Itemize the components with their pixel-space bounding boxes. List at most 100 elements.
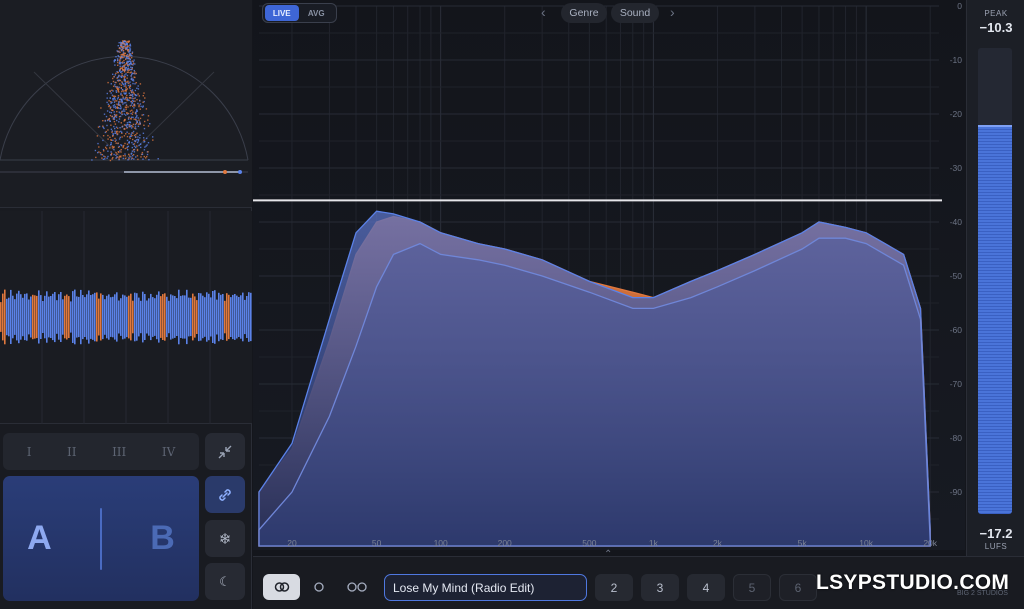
scatter-dot (123, 85, 125, 87)
scatter-dot (124, 52, 126, 54)
scatter-dot (116, 59, 119, 62)
ab-button-a[interactable]: A (27, 519, 52, 558)
waveform-bar (84, 297, 86, 337)
scatter-dot (144, 146, 146, 148)
scatter-dot (121, 46, 124, 49)
scatter-dot (111, 130, 113, 132)
scatter-dot (132, 138, 134, 141)
collapse-button[interactable] (205, 433, 245, 470)
scatter-dot (143, 139, 145, 141)
mono-mode-button[interactable] (305, 574, 333, 600)
waveform-bar (220, 294, 222, 340)
scatter-dot (116, 153, 118, 155)
scatter-dot (113, 75, 115, 78)
scatter-dot (143, 92, 145, 94)
slot-2-button[interactable]: 2 (595, 574, 633, 601)
scatter-dot (117, 80, 120, 82)
waveform-bar (80, 289, 82, 345)
chevron-right-icon[interactable]: › (670, 4, 675, 20)
scatter-dot (122, 155, 125, 157)
slot-4-button[interactable]: 4 (687, 574, 725, 601)
band-button-2[interactable]: II (67, 445, 76, 459)
ab-button-b[interactable]: B (150, 519, 175, 558)
scatter-dot (109, 136, 111, 138)
scatter-dot (135, 116, 138, 118)
waveform-plot (0, 211, 252, 424)
link-button[interactable] (205, 476, 245, 513)
scatter-dot (128, 153, 130, 156)
scatter-dot (128, 82, 130, 84)
freeze-button[interactable]: ❄ (205, 520, 245, 557)
side-mode-button[interactable] (340, 574, 374, 600)
meter-track (978, 48, 1012, 514)
waveform-bar (246, 296, 248, 338)
scatter-dot (122, 69, 124, 71)
waveform-bar (166, 296, 168, 338)
scatter-dot (116, 103, 118, 105)
scatter-dot (131, 146, 133, 149)
slot-5-button[interactable]: 5 (733, 574, 771, 601)
scatter-dot (131, 73, 133, 76)
scatter-dot (149, 123, 151, 125)
scatter-dot (113, 118, 116, 120)
scatter-dot (140, 146, 142, 149)
scatter-dot (131, 66, 133, 69)
scatter-dot (131, 134, 133, 137)
scatter-dot (143, 137, 145, 139)
scatter-dot (115, 139, 117, 141)
waveform-bar (98, 298, 100, 336)
scatter-dot (111, 101, 113, 104)
band-button-3[interactable]: III (112, 445, 126, 459)
scatter-dot (120, 57, 122, 60)
scatter-dot (124, 155, 126, 157)
theme-button[interactable]: ☾ (205, 563, 245, 600)
waveform-bar (26, 293, 28, 341)
avg-button[interactable]: AVG (299, 5, 334, 21)
scatter-dot (124, 110, 126, 112)
ab-divider (99, 507, 102, 570)
scatter-dot (116, 106, 118, 109)
waveform-bar (178, 289, 180, 345)
scatter-dot (127, 117, 130, 119)
scatter-dot (126, 43, 128, 46)
scatter-dot (116, 119, 118, 122)
scatter-dot (112, 133, 114, 135)
band-button-4[interactable]: IV (162, 445, 175, 459)
scatter-dot (131, 94, 133, 96)
scatter-dot (114, 86, 117, 88)
scatter-dot (126, 99, 128, 102)
chevron-left-icon[interactable]: ‹ (541, 4, 546, 20)
scatter-dot (143, 155, 145, 158)
scatter-dot (105, 146, 107, 149)
scatter-dot (114, 137, 116, 140)
scatter-dot (114, 130, 116, 132)
tab-genre[interactable]: Genre (561, 3, 607, 23)
scatter-dot (127, 60, 129, 63)
scatter-dot (120, 92, 122, 95)
preset-name-field[interactable]: Lose My Mind (Radio Edit) (384, 574, 587, 601)
scatter-dot (113, 153, 115, 156)
live-button[interactable]: LIVE (265, 5, 299, 21)
tab-sound[interactable]: Sound (611, 3, 659, 23)
scatter-dot (126, 126, 129, 129)
scatter-dot (104, 156, 106, 158)
scatter-dot (108, 100, 110, 102)
scatter-dot (120, 149, 122, 151)
stereo-mode-button[interactable] (263, 574, 300, 600)
slot-6-button[interactable]: 6 (779, 574, 817, 601)
band-button-1[interactable]: I (27, 445, 32, 459)
scatter-dot (139, 103, 142, 105)
slot-3-button[interactable]: 3 (641, 574, 679, 601)
scatter-dot (125, 48, 127, 51)
scatter-dot (116, 98, 119, 100)
scatter-dot (115, 72, 117, 75)
waveform-history (0, 211, 252, 424)
scatter-dot (123, 56, 125, 58)
waveform-bar (104, 299, 106, 335)
scatter-dot (120, 122, 122, 124)
waveform-bar (50, 296, 52, 338)
scatter-dot (124, 97, 127, 99)
scatter-dot (120, 130, 122, 133)
scatter-dot (117, 64, 119, 66)
scatter-dot (122, 90, 125, 92)
